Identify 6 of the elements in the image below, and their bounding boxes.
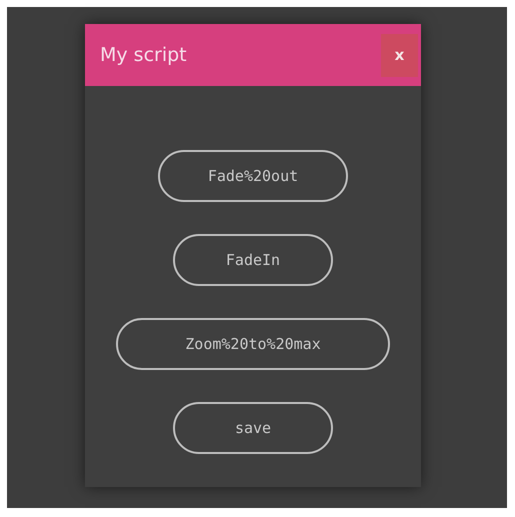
close-button[interactable]: x	[381, 34, 418, 76]
action-button[interactable]: FadeIn	[173, 234, 333, 286]
action-button[interactable]: Fade%20out	[158, 150, 348, 202]
window-title: My script	[100, 44, 187, 66]
action-button[interactable]: Zoom%20to%20max	[116, 318, 390, 370]
action-button[interactable]: save	[173, 402, 333, 454]
